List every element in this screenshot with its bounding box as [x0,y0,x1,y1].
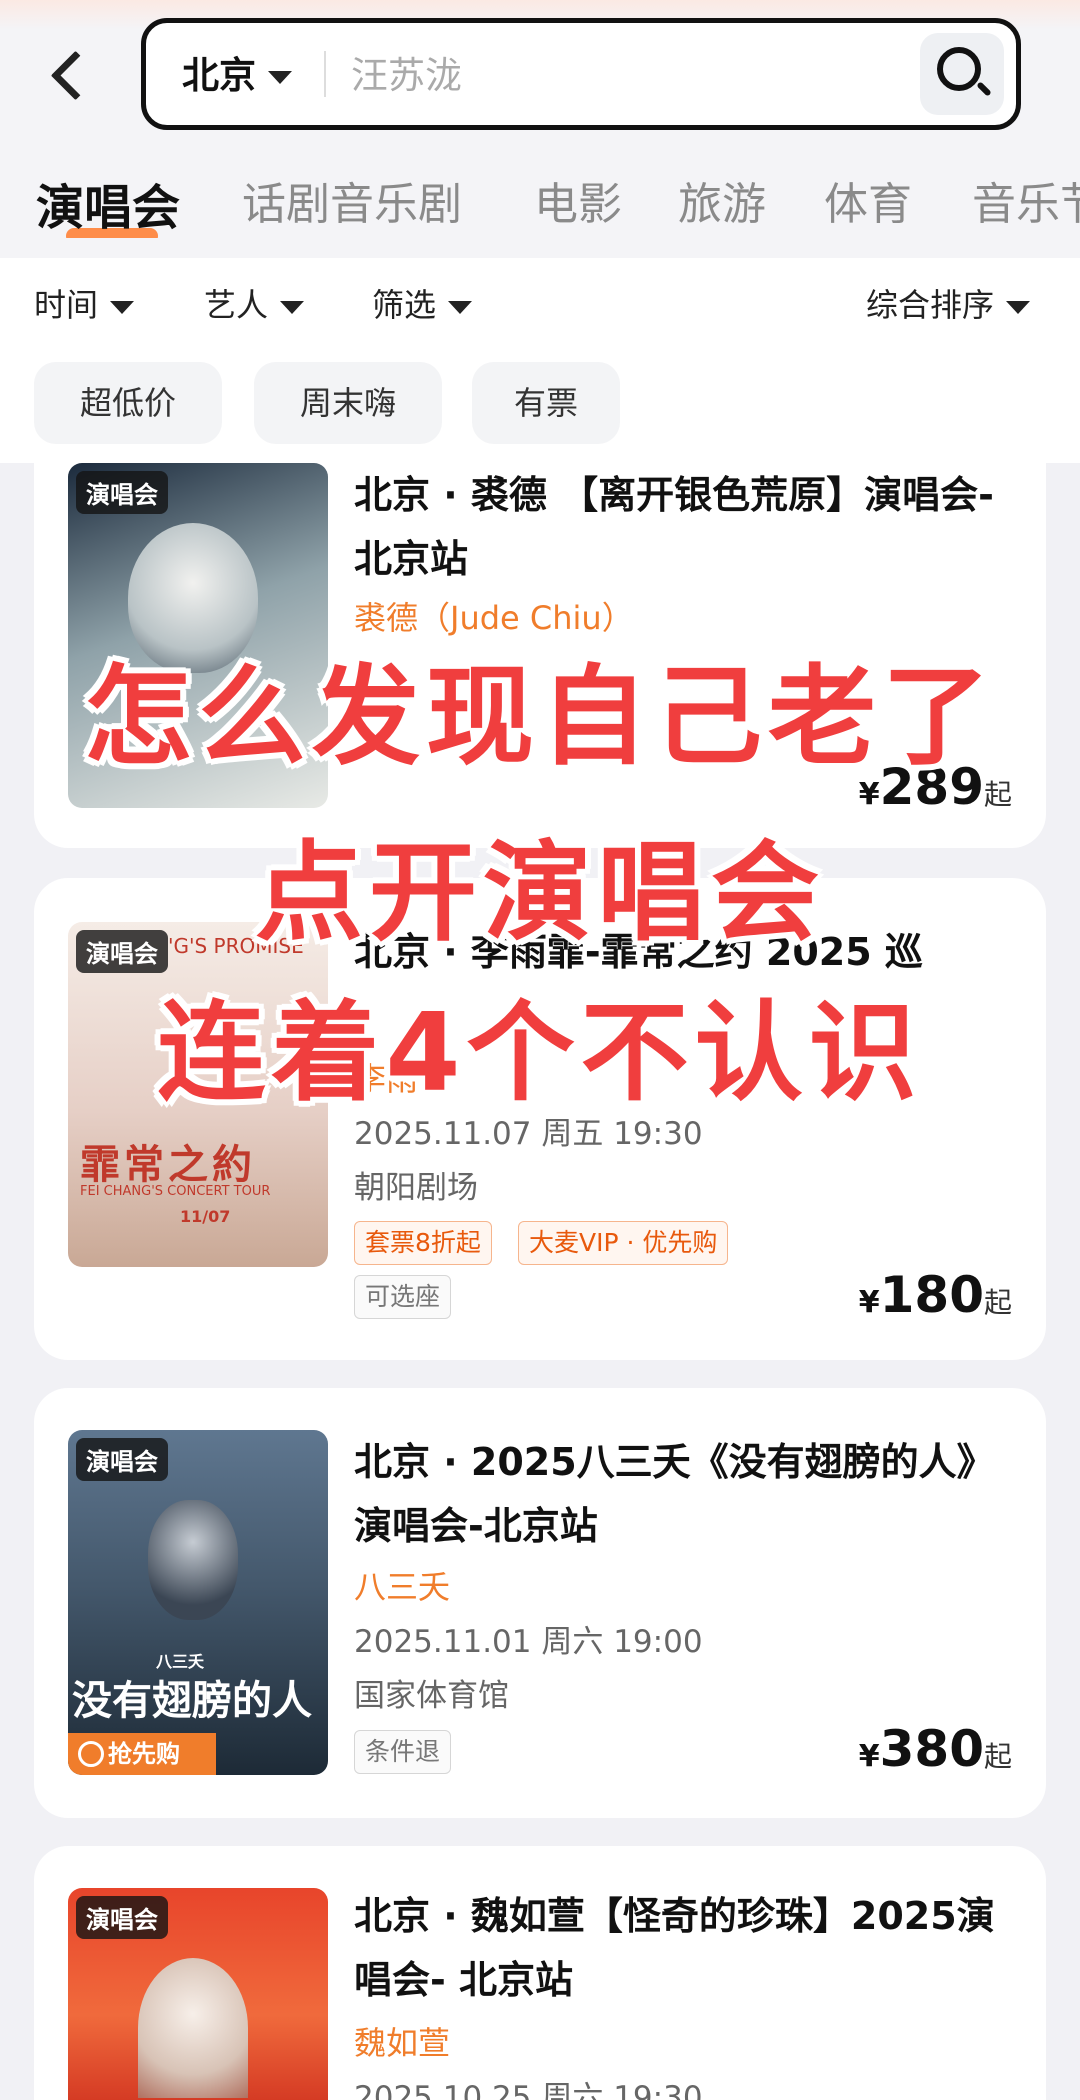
filter-screen[interactable]: 筛选 [372,280,473,326]
chip-has-tickets[interactable]: 有票 [472,362,620,444]
presale-label: 抢先购 [108,1740,180,1768]
event-title[interactable]: 北京 · 裘德 【离开银色荒原】演唱会-北京站 [354,463,1014,591]
price-value: 180 [879,1266,984,1324]
search-placeholder[interactable]: 汪苏泷 [351,45,462,99]
caret-down-icon [110,300,135,314]
poster-figure [148,1500,238,1620]
price-suffix: 起 [983,1286,1012,1319]
search-icon [937,47,981,91]
event-venue: 国家体育馆 [354,1678,509,1714]
tab-sports[interactable]: 体育 [824,168,912,232]
sort-dropdown[interactable]: 综合排序 [866,280,1031,326]
event-artist[interactable]: 魏如萱 [354,2018,450,2064]
search-icon-handle [976,81,992,97]
filter-screen-label: 筛选 [372,286,437,324]
refund-tag: 条件退 [354,1730,452,1774]
city-label: 北京 [182,54,256,97]
event-price: ¥380起 [859,1720,1012,1778]
price-currency: ¥ [858,1285,880,1320]
event-venue: 朝阳剧场 [354,1170,478,1206]
search-divider [324,51,326,97]
event-card[interactable]: 演唱会 北京 · 魏如萱【怪奇的珍珠】2025演唱会- 北京站 魏如萱 2025… [34,1846,1046,2100]
event-card[interactable]: 演唱会 八三夭 没有翅膀的人 抢先购 北京 · 2025八三夭《没有翅膀的人》演… [34,1388,1046,1818]
caret-down-icon [280,300,305,314]
poster-title: 没有翅膀的人 [72,1678,312,1724]
overlay-caption-line2: 点开演唱会 [254,831,825,956]
presale-flag: 抢先购 [68,1733,216,1775]
event-price: ¥180起 [859,1266,1012,1324]
poster-subtitle: FEI CHANG'S CONCERT TOUR [80,1184,271,1199]
poster-figure [138,1958,248,2098]
search-button[interactable] [920,33,1004,115]
tab-concert[interactable]: 演唱会 [36,168,180,238]
caret-down-icon [448,300,473,314]
search-box[interactable]: 北京 汪苏泷 [141,18,1021,130]
event-artist[interactable]: 八三夭 [354,1562,450,1608]
event-title[interactable]: 北京 · 魏如萱【怪奇的珍珠】2025演唱会- 北京站 [354,1884,1014,2012]
overlay-caption-line3: 连着4个不认识 [157,991,923,1116]
seat-tag: 可选座 [354,1275,452,1319]
city-selector[interactable]: 北京 [182,45,292,99]
filter-time[interactable]: 时间 [34,280,135,326]
sort-label: 综合排序 [866,286,995,324]
filter-artist[interactable]: 艺人 [204,280,305,326]
tab-travel[interactable]: 旅游 [678,168,766,232]
category-badge: 演唱会 [76,471,168,514]
promo-tag: 套票8折起 [354,1221,492,1265]
caret-down-icon [1006,300,1031,314]
presale-icon [78,1741,104,1767]
category-badge: 演唱会 [76,1896,168,1939]
overlay-caption-line1: 怎么发现自己老了 [83,655,996,780]
price-suffix: 起 [983,1740,1012,1773]
event-poster: 演唱会 八三夭 没有翅膀的人 抢先购 [68,1430,328,1775]
category-badge: 演唱会 [76,1438,168,1481]
price-currency: ¥ [858,1739,880,1774]
back-arrow-icon[interactable] [44,44,94,104]
price-value: 380 [879,1720,984,1778]
tab-movie[interactable]: 电影 [534,168,622,232]
event-title[interactable]: 北京 · 2025八三夭《没有翅膀的人》演唱会-北京站 [354,1430,1014,1558]
vip-tag: 大麦VIP · 优先购 [518,1221,729,1265]
event-datetime: 2025.10.25 周六 19:30 [354,2080,703,2100]
event-datetime: 2025.11.01 周六 19:00 [354,1624,703,1660]
event-poster: 演唱会 [68,1888,328,2100]
poster-date: 11/07 [180,1207,231,1226]
filter-time-label: 时间 [34,286,99,324]
poster-title: 霏常之約 [80,1142,256,1188]
tab-drama-musical[interactable]: 话剧音乐剧 [242,168,462,232]
caret-down-icon [268,71,292,84]
category-tabs: 演唱会 话剧音乐剧 电影 旅游 体育 音乐节 [36,168,1080,238]
filter-artist-label: 艺人 [204,286,269,324]
chip-weekend[interactable]: 周末嗨 [254,362,442,444]
tab-music-festival[interactable]: 音乐节 [972,168,1080,232]
top-bar: 北京 汪苏泷 演唱会 话剧音乐剧 电影 旅游 体育 音乐节 [0,0,1080,258]
filter-bar: 时间 艺人 筛选 综合排序 超低价 周末嗨 有票 [0,258,1080,463]
chip-low-price[interactable]: 超低价 [34,362,222,444]
